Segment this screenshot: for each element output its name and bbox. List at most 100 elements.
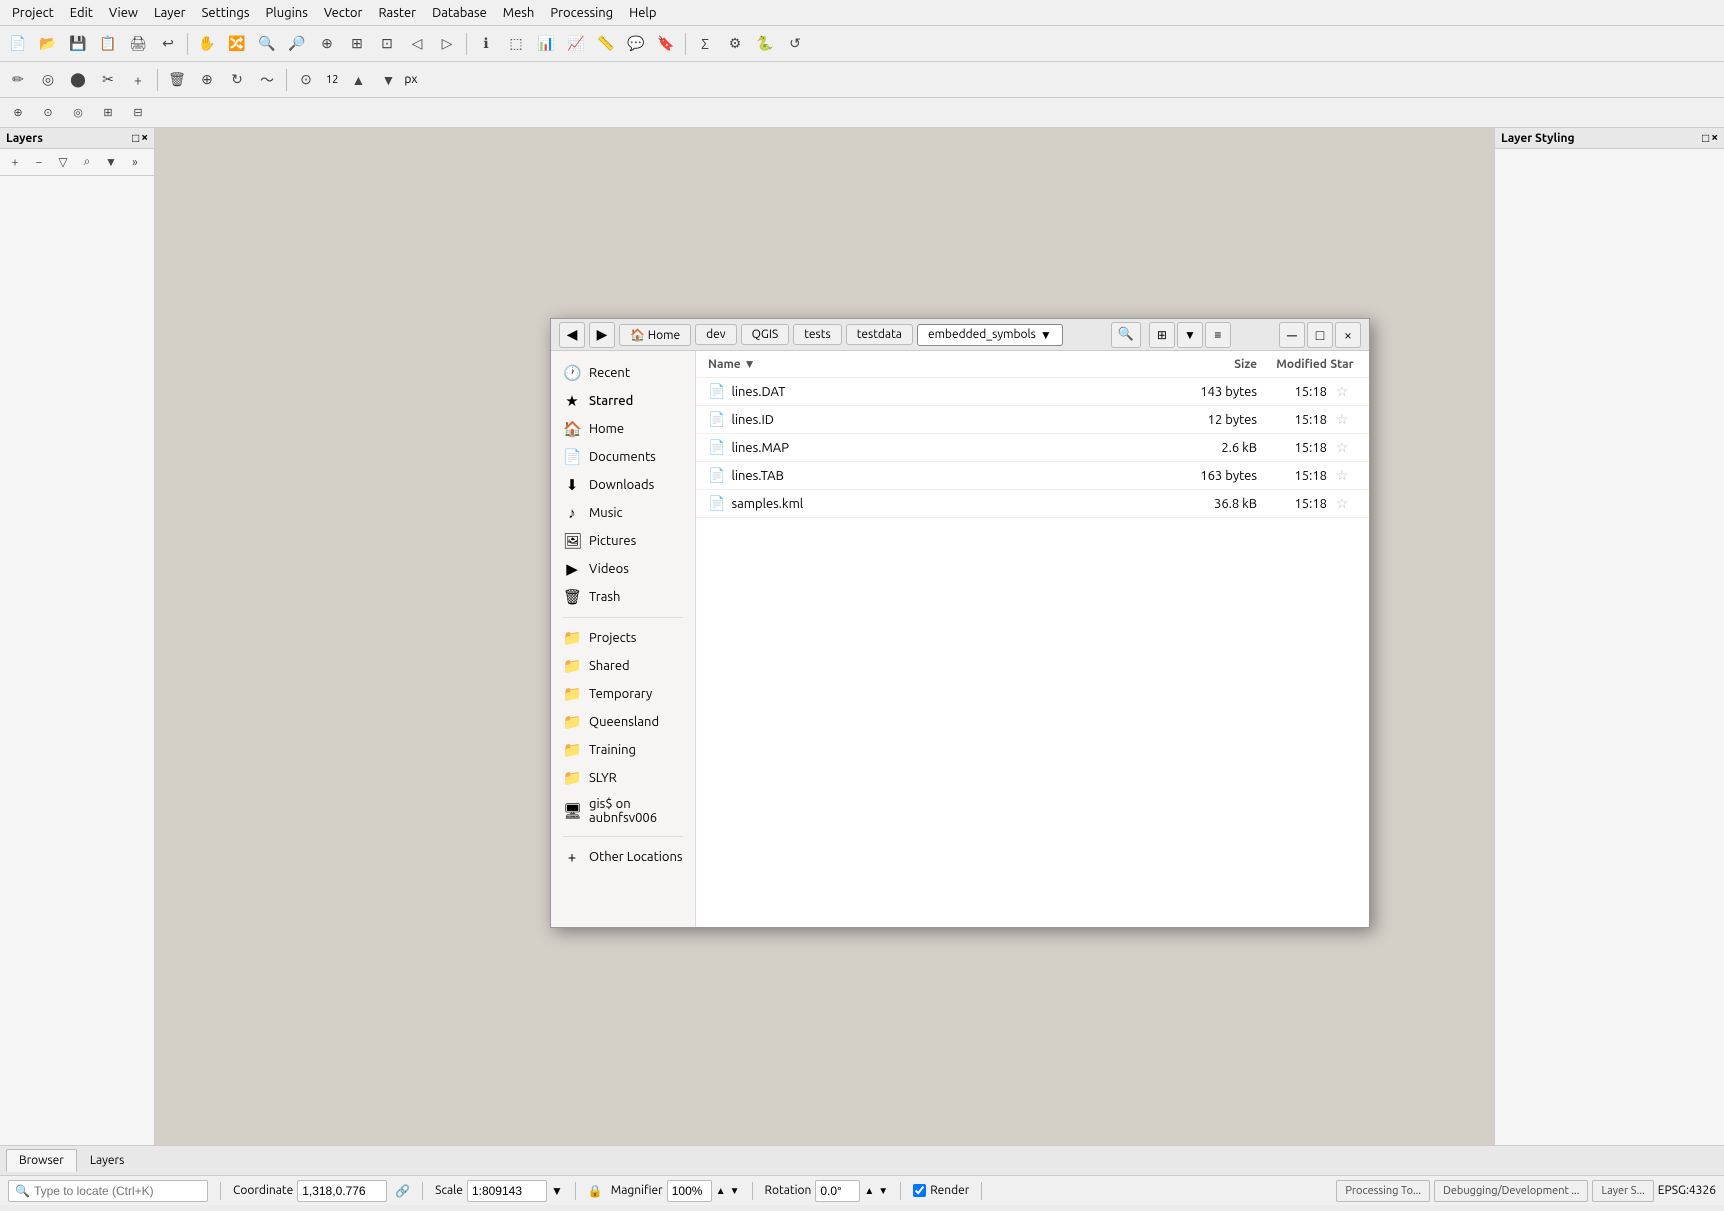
extra-btn-4[interactable]: ⊞	[94, 99, 122, 127]
col-size-header[interactable]: Size	[1157, 358, 1257, 371]
sidebar-item-shared[interactable]: 📁 Shared	[551, 652, 695, 680]
file-star-5[interactable]: ☆	[1327, 495, 1357, 512]
menu-help[interactable]: Help	[621, 4, 664, 22]
layers-expand-btn[interactable]: ▼	[100, 151, 122, 173]
font-size-input[interactable]: 12	[322, 74, 342, 86]
scale-dropdown-btn[interactable]: ▼	[551, 1184, 563, 1198]
sidebar-item-slyr[interactable]: 📁 SLYR	[551, 764, 695, 792]
layers-close-btn[interactable]: ×	[141, 131, 148, 145]
rotation-up-btn[interactable]: ▲	[864, 1185, 874, 1197]
layers-more-btn[interactable]: »	[124, 151, 146, 173]
processing-btn[interactable]: ⚙	[721, 30, 749, 58]
map-tips-btn[interactable]: 💬	[622, 30, 650, 58]
sidebar-item-recent[interactable]: 🕐 Recent	[551, 359, 695, 387]
breadcrumb-dev[interactable]: dev	[695, 324, 737, 345]
snap-btn[interactable]: ⊙	[292, 66, 320, 94]
breadcrumb-testdata[interactable]: testdata	[846, 324, 913, 345]
zoom-next-btn[interactable]: ▷	[433, 30, 461, 58]
layers-add-btn[interactable]: +	[4, 151, 26, 173]
layers-search-btn[interactable]: ⌕	[76, 151, 98, 173]
menu-database[interactable]: Database	[424, 4, 495, 22]
zoom-last-btn[interactable]: ◁	[403, 30, 431, 58]
dialog-forward-btn[interactable]: ▶	[589, 322, 615, 348]
menu-mesh[interactable]: Mesh	[495, 4, 543, 22]
menu-layer[interactable]: Layer	[146, 4, 194, 22]
table-row[interactable]: 📄 lines.TAB 163 bytes 15:18 ☆	[696, 462, 1369, 490]
render-checkbox[interactable]	[913, 1184, 926, 1197]
sidebar-item-queensland[interactable]: 📁 Queensland	[551, 708, 695, 736]
table-row[interactable]: 📄 samples.kml 36.8 kB 15:18 ☆	[696, 490, 1369, 518]
breadcrumb-tests[interactable]: tests	[793, 324, 841, 345]
locate-bar[interactable]: 🔍	[8, 1180, 208, 1202]
pan-btn[interactable]: ✋	[193, 30, 221, 58]
tab-browser[interactable]: Browser	[6, 1149, 77, 1172]
split-btn[interactable]: ✂	[94, 66, 122, 94]
layers-remove-btn[interactable]: −	[28, 151, 50, 173]
menu-project[interactable]: Project	[4, 4, 62, 22]
identify-btn[interactable]: ℹ	[472, 30, 500, 58]
menu-settings[interactable]: Settings	[194, 4, 258, 22]
scale-input[interactable]	[467, 1180, 547, 1202]
epsg-label[interactable]: EPSG:4326	[1658, 1184, 1716, 1197]
tab-layers[interactable]: Layers	[77, 1149, 137, 1172]
print-btn[interactable]: 🖨	[124, 30, 152, 58]
rotation-input[interactable]	[815, 1180, 860, 1202]
sidebar-item-pictures[interactable]: 🖼 Pictures	[551, 527, 695, 555]
simplify-btn[interactable]: 〜	[253, 66, 281, 94]
sidebar-item-other-locations[interactable]: + Other Locations	[551, 843, 695, 870]
zoom-layer-btn[interactable]: ⊡	[373, 30, 401, 58]
edit-btn[interactable]: ◎	[34, 66, 62, 94]
right-panel-minimize-btn[interactable]: □	[1702, 131, 1709, 145]
node-btn[interactable]: ⬤	[64, 66, 92, 94]
undo-btn[interactable]: ↩	[154, 30, 182, 58]
sidebar-item-starred[interactable]: ★ Starred	[551, 387, 695, 415]
extra-btn-5[interactable]: ⊟	[124, 99, 152, 127]
rotation-down-btn[interactable]: ▼	[878, 1185, 888, 1197]
refresh-btn[interactable]: ↺	[781, 30, 809, 58]
font-down-btn[interactable]: ▼	[374, 66, 402, 94]
zoom-out-btn[interactable]: 🔎	[283, 30, 311, 58]
dialog-search-btn[interactable]: 🔍	[1111, 322, 1141, 348]
layer-styling-tooltip-btn[interactable]: Layer S...	[1592, 1180, 1653, 1202]
sidebar-item-training[interactable]: 📁 Training	[551, 736, 695, 764]
new-project-btn[interactable]: 📄	[4, 30, 32, 58]
sidebar-item-documents[interactable]: 📄 Documents	[551, 443, 695, 471]
zoom-full-btn[interactable]: ⊕	[313, 30, 341, 58]
bookmarks-btn[interactable]: 🔖	[652, 30, 680, 58]
pan-map-btn[interactable]: 🔀	[223, 30, 251, 58]
measure-btn[interactable]: 📏	[592, 30, 620, 58]
select-btn[interactable]: ⬚	[502, 30, 530, 58]
open-project-btn[interactable]: 📂	[34, 30, 62, 58]
sidebar-item-projects[interactable]: 📁 Projects	[551, 624, 695, 652]
table-row[interactable]: 📄 lines.DAT 143 bytes 15:18 ☆	[696, 378, 1369, 406]
add-feature-btn[interactable]: +	[124, 66, 152, 94]
sidebar-item-downloads[interactable]: ⬇ Downloads	[551, 471, 695, 499]
open-table-btn[interactable]: 📊	[532, 30, 560, 58]
statistics-btn[interactable]: 📈	[562, 30, 590, 58]
magnifier-down-btn[interactable]: ▼	[730, 1185, 740, 1197]
layers-minimize-btn[interactable]: □	[132, 131, 139, 145]
layers-filter-btn[interactable]: ▽	[52, 151, 74, 173]
menu-view[interactable]: View	[101, 4, 146, 22]
sidebar-item-videos[interactable]: ▶ Videos	[551, 555, 695, 583]
save-project-btn[interactable]: 💾	[64, 30, 92, 58]
save-as-btn[interactable]: 📋	[94, 30, 122, 58]
sidebar-item-music[interactable]: ♪ Music	[551, 499, 695, 527]
zoom-in-btn[interactable]: 🔍	[253, 30, 281, 58]
table-row[interactable]: 📄 lines.MAP 2.6 kB 15:18 ☆	[696, 434, 1369, 462]
dialog-view-dropdown-btn[interactable]: ▼	[1177, 322, 1203, 348]
processing-tooltip-btn[interactable]: Processing To...	[1336, 1180, 1430, 1202]
font-up-btn[interactable]: ▲	[344, 66, 372, 94]
file-star-2[interactable]: ☆	[1327, 411, 1357, 428]
menu-plugins[interactable]: Plugins	[258, 4, 316, 22]
magnifier-up-btn[interactable]: ▲	[716, 1185, 726, 1197]
sidebar-item-temporary[interactable]: 📁 Temporary	[551, 680, 695, 708]
debugging-tooltip-btn[interactable]: Debugging/Development ...	[1434, 1180, 1588, 1202]
delete-btn[interactable]: 🗑	[163, 66, 191, 94]
menu-raster[interactable]: Raster	[370, 4, 424, 22]
file-star-3[interactable]: ☆	[1327, 439, 1357, 456]
table-row[interactable]: 📄 lines.ID 12 bytes 15:18 ☆	[696, 406, 1369, 434]
right-panel-close-btn[interactable]: ×	[1711, 131, 1718, 145]
col-star-header[interactable]: Star	[1327, 358, 1357, 371]
dialog-list-view-btn[interactable]: ≡	[1205, 322, 1231, 348]
